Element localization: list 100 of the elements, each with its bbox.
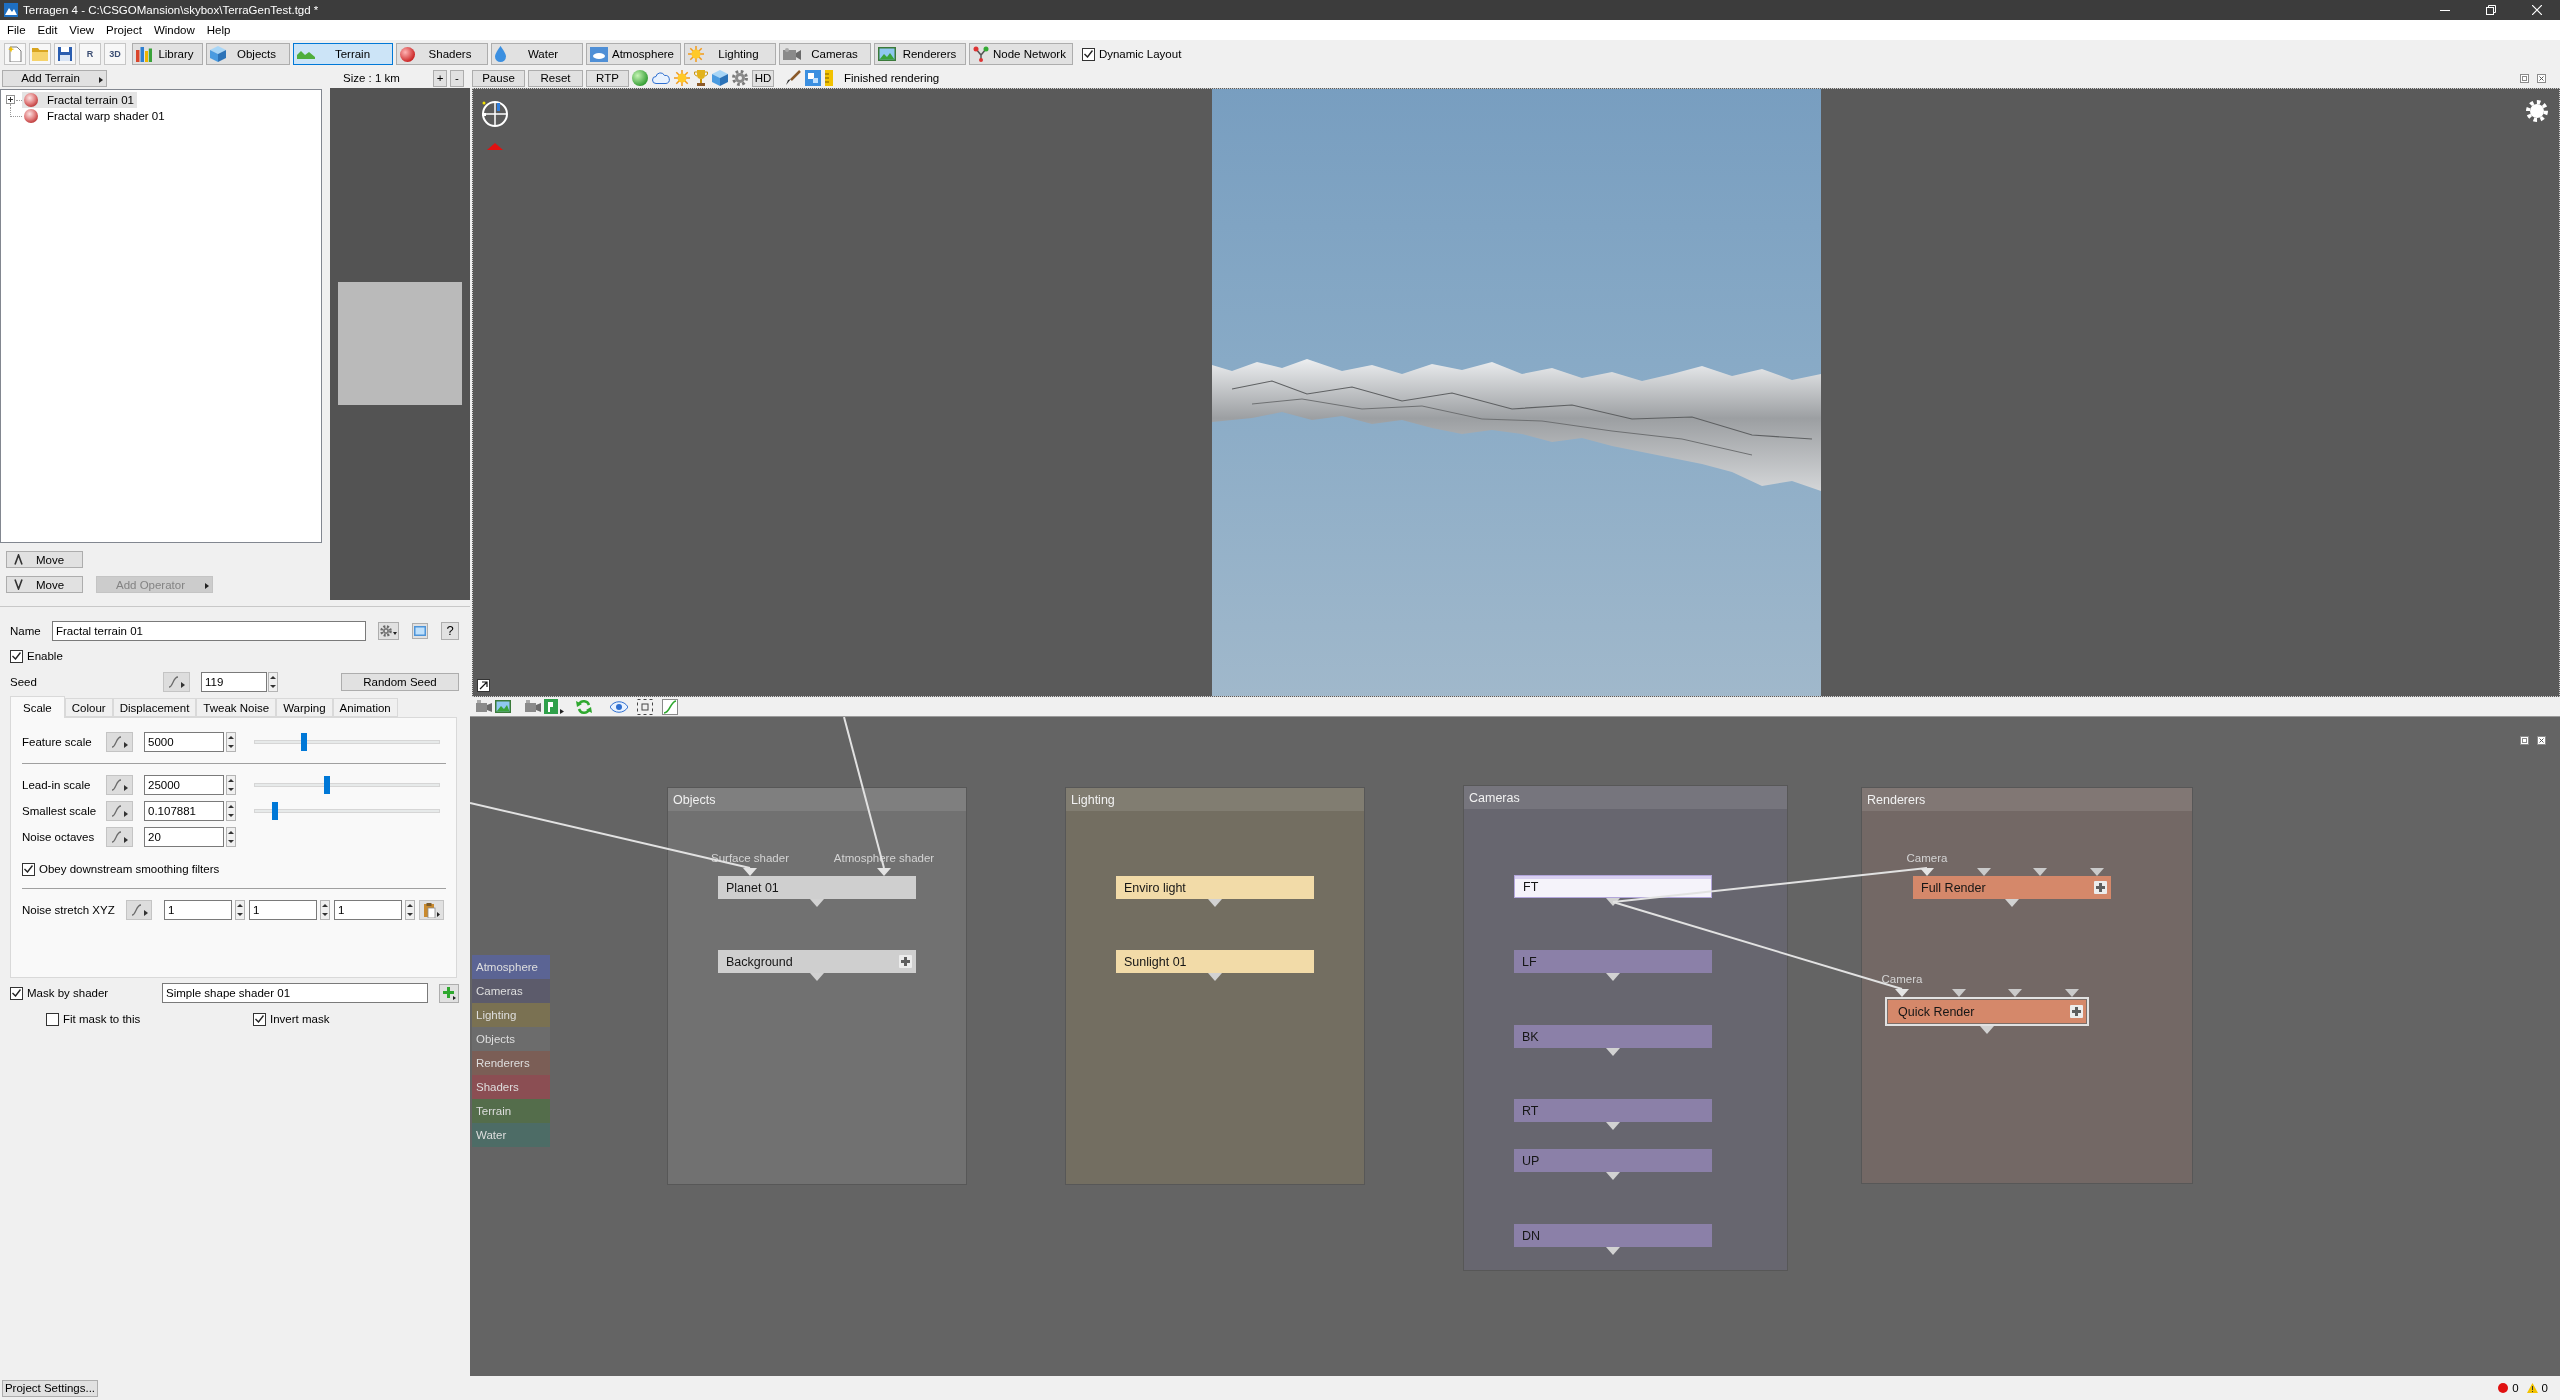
toolbar-tab[interactable]: Library bbox=[132, 43, 203, 65]
add-shader-button[interactable] bbox=[439, 983, 459, 1003]
number-field[interactable]: 1 bbox=[334, 900, 402, 920]
cube-icon[interactable] bbox=[712, 70, 728, 86]
curve-menu-button[interactable] bbox=[106, 732, 133, 752]
menu-item[interactable]: Window bbox=[147, 24, 201, 36]
graph-node[interactable]: Full Render bbox=[1913, 876, 2111, 899]
move-button[interactable]: Move bbox=[6, 576, 83, 593]
diagonal-arrow-icon[interactable] bbox=[477, 679, 490, 692]
menu-item[interactable]: View bbox=[63, 24, 101, 36]
graph-node[interactable]: Planet 01 bbox=[718, 876, 916, 899]
curve-icon[interactable] bbox=[662, 698, 678, 715]
camera-icon[interactable] bbox=[525, 700, 541, 713]
toolbar-tab[interactable]: Terrain bbox=[293, 43, 393, 65]
toolbar-button[interactable]: Reset bbox=[528, 69, 583, 87]
tab[interactable]: Warping bbox=[276, 698, 333, 717]
graph-node[interactable]: Background bbox=[718, 950, 916, 973]
toolbar-tab[interactable]: Objects bbox=[206, 43, 290, 65]
add-icon[interactable] bbox=[2070, 1005, 2083, 1018]
tab[interactable]: Colour bbox=[64, 698, 113, 717]
spinner-control[interactable] bbox=[405, 900, 415, 920]
add-terrain-button[interactable]: Add Terrain bbox=[2, 69, 107, 87]
legend-item[interactable]: Lighting bbox=[472, 1003, 550, 1027]
toolbar-tab[interactable]: Renderers bbox=[874, 43, 966, 65]
slider-track[interactable] bbox=[254, 802, 440, 820]
toolbar-tab[interactable]: Cameras bbox=[779, 43, 871, 65]
paste-menu-button[interactable] bbox=[419, 900, 444, 920]
toolbar-tab[interactable]: Atmosphere bbox=[586, 43, 681, 65]
picture-icon[interactable] bbox=[495, 700, 511, 713]
curve-menu-button[interactable] bbox=[163, 672, 190, 692]
toolbar-button[interactable]: + bbox=[433, 69, 447, 87]
cloud-icon[interactable] bbox=[652, 72, 670, 84]
spinner-control[interactable] bbox=[268, 672, 278, 692]
graph-node[interactable]: Sunlight 01 bbox=[1116, 950, 1314, 973]
legend-item[interactable]: Atmosphere bbox=[472, 955, 550, 979]
add-icon[interactable] bbox=[899, 955, 912, 968]
shader-field[interactable]: Simple shape shader 01 bbox=[162, 983, 428, 1003]
legend-item[interactable]: Terrain bbox=[472, 1099, 550, 1123]
restore-icon[interactable] bbox=[2486, 5, 2496, 15]
tree-item[interactable]: Fractal warp shader 01 bbox=[22, 108, 168, 124]
graph-node[interactable]: FT bbox=[1514, 875, 1712, 898]
spinner-control[interactable] bbox=[235, 900, 245, 920]
menu-item[interactable]: Edit bbox=[31, 24, 64, 36]
name-field[interactable]: Fractal terrain 01 bbox=[52, 620, 366, 641]
menu-item[interactable]: Project bbox=[100, 24, 148, 36]
camera-icon[interactable] bbox=[476, 700, 492, 713]
legend-item[interactable]: Shaders bbox=[472, 1075, 550, 1099]
save-button[interactable] bbox=[54, 43, 76, 65]
toolbar-button[interactable]: RTP bbox=[586, 69, 629, 87]
number-field[interactable]: 0.107881 bbox=[144, 801, 224, 821]
settings-menu-button[interactable] bbox=[378, 621, 399, 640]
sphere-icon[interactable] bbox=[632, 70, 648, 86]
graph-node[interactable]: Enviro light bbox=[1116, 876, 1314, 899]
tile-menu-icon[interactable] bbox=[544, 699, 564, 714]
help-button[interactable]: ? bbox=[441, 621, 459, 640]
checkbox[interactable] bbox=[10, 986, 23, 1000]
spinner-control[interactable] bbox=[320, 900, 330, 920]
slider-track[interactable] bbox=[254, 733, 440, 751]
minimize-icon[interactable] bbox=[2440, 9, 2450, 11]
tree-item[interactable]: Fractal terrain 01 bbox=[22, 92, 137, 108]
random-seed-button[interactable]: Random Seed bbox=[341, 673, 459, 691]
seed-field[interactable]: 119 bbox=[201, 672, 267, 692]
curve-menu-button[interactable] bbox=[106, 827, 133, 847]
checkbox[interactable] bbox=[1081, 47, 1095, 61]
frame-icon[interactable] bbox=[637, 698, 653, 715]
trophy-icon[interactable] bbox=[694, 70, 708, 86]
legend-item[interactable]: Water bbox=[472, 1123, 550, 1147]
tile-icon[interactable] bbox=[805, 70, 821, 86]
eye-icon[interactable] bbox=[610, 700, 628, 713]
checkbox[interactable] bbox=[46, 1012, 59, 1026]
slider-thumb[interactable] bbox=[300, 733, 307, 751]
checkbox[interactable] bbox=[10, 649, 23, 663]
toolbar-button[interactable]: - bbox=[450, 69, 464, 87]
crosshair-icon[interactable] bbox=[480, 99, 510, 129]
slider-thumb[interactable] bbox=[272, 802, 278, 820]
spinner-control[interactable] bbox=[226, 801, 236, 821]
expand-icon[interactable] bbox=[6, 95, 15, 104]
toolbar-button[interactable]: 3D bbox=[104, 43, 126, 65]
number-field[interactable]: 25000 bbox=[144, 775, 224, 795]
tab[interactable]: Animation bbox=[332, 698, 398, 717]
toolbar-button[interactable]: Pause bbox=[472, 69, 525, 87]
graph-node[interactable]: DN bbox=[1514, 1224, 1712, 1247]
toolbar-tab[interactable]: Water bbox=[491, 43, 583, 65]
gear-icon[interactable] bbox=[732, 70, 748, 86]
number-field[interactable]: 5000 bbox=[144, 732, 224, 752]
close-icon[interactable] bbox=[2537, 73, 2546, 83]
spinner-control[interactable] bbox=[226, 732, 236, 752]
toolbar-button[interactable]: R bbox=[79, 43, 101, 65]
legend-item[interactable]: Renderers bbox=[472, 1051, 550, 1075]
graph-node[interactable]: Quick Render bbox=[1885, 997, 2089, 1026]
add-icon[interactable] bbox=[2094, 881, 2107, 894]
tab[interactable]: Scale bbox=[10, 696, 65, 718]
graph-node[interactable]: BK bbox=[1514, 1025, 1712, 1048]
toolbar-tab[interactable]: Node Network bbox=[969, 43, 1073, 65]
curve-menu-button[interactable] bbox=[106, 801, 133, 821]
brush-icon[interactable] bbox=[785, 70, 801, 86]
legend-item[interactable]: Objects bbox=[472, 1027, 550, 1051]
toolbar-button[interactable]: HD bbox=[752, 69, 774, 87]
refresh-icon[interactable] bbox=[576, 698, 592, 715]
number-field[interactable]: 1 bbox=[249, 900, 317, 920]
